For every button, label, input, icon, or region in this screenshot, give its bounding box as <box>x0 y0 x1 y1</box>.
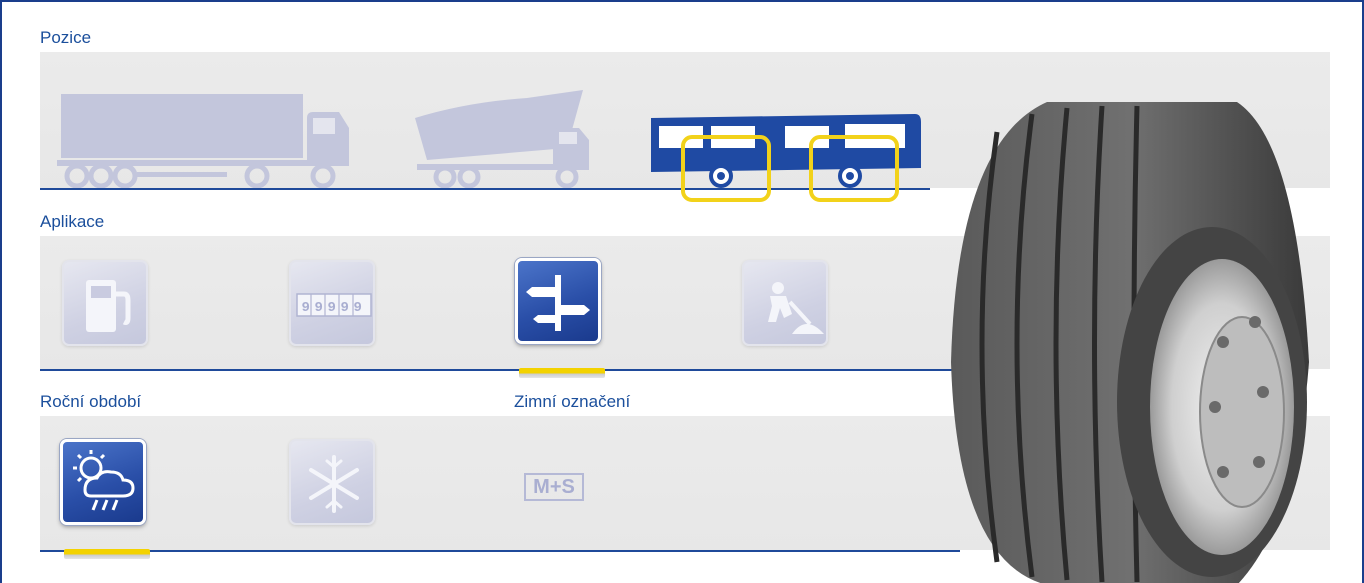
odometer-digits: 99999 <box>301 300 366 316</box>
ms-mark-badge[interactable]: M+S <box>524 473 584 501</box>
odometer-icon[interactable]: 99999 <box>289 260 375 346</box>
position-title: Pozice <box>40 28 92 47</box>
tyre-selector-panel: Pozice Aplikace 99999 Roční období Zimní… <box>0 0 1364 583</box>
season-title: Roční období <box>40 392 142 411</box>
truck-trailer-icon[interactable] <box>57 88 357 188</box>
sun-rain-icon[interactable] <box>60 439 146 525</box>
signpost-icon[interactable] <box>515 258 601 344</box>
road-worker-icon[interactable] <box>742 260 828 346</box>
winter-mark-title: Zimní označení <box>514 392 631 411</box>
application-selected-indicator <box>519 368 605 378</box>
application-divider <box>40 369 980 371</box>
season-divider <box>40 550 960 552</box>
season-selected-indicator <box>64 549 150 559</box>
truck-tyre-image <box>951 102 1309 583</box>
bus-icon[interactable] <box>645 110 925 210</box>
snowflake-icon[interactable] <box>289 439 375 525</box>
fuel-pump-icon[interactable] <box>62 260 148 346</box>
application-title: Aplikace <box>40 212 105 231</box>
dump-truck-icon[interactable] <box>407 88 597 188</box>
